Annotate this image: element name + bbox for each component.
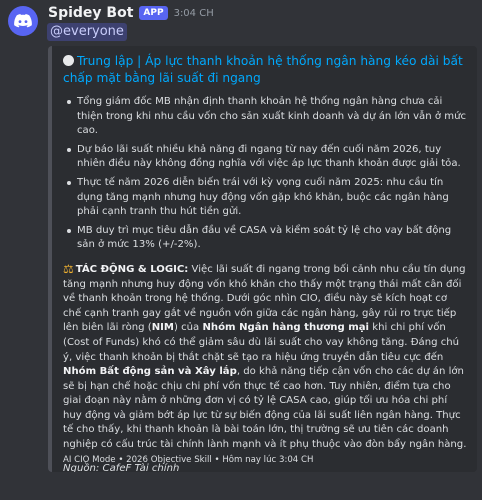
impact-label: TÁC ĐỘNG & LOGIC: <box>75 263 189 275</box>
news-embed: Trung lập | Áp lực thanh khoản hệ thống … <box>48 46 477 472</box>
bot-name[interactable]: Spidey Bot <box>48 5 133 21</box>
list-item: MB duy trì mục tiêu dẫn đầu về CASA và k… <box>67 224 467 253</box>
realestate-group-term: Nhóm Bất động sản và Xây lắp <box>63 366 237 378</box>
bank-group-term: Nhóm Ngân hàng thương mại <box>202 322 370 334</box>
embed-footer: AI CIO Mode • 2026 Objective Skill • Hôm… <box>63 455 314 465</box>
summary-list: Tổng giám đốc MB nhận định thanh khoản h… <box>63 95 467 253</box>
message-header: Spidey Bot APP 3:04 CH <box>48 5 214 21</box>
embed-title[interactable]: Trung lập | Áp lực thanh khoản hệ thống … <box>63 53 467 87</box>
list-item: Thực tế năm 2026 diễn biến trái với kỳ v… <box>67 176 467 220</box>
list-item: Tổng giám đốc MB nhận định thanh khoản h… <box>67 95 467 139</box>
impact-text: ) của <box>173 322 203 334</box>
impact-text: , do khả năng tiếp cận vốn cho các dự án… <box>63 366 467 451</box>
neutral-circle-icon <box>63 55 74 66</box>
app-badge: APP <box>139 6 168 20</box>
bot-avatar[interactable] <box>8 6 38 36</box>
nim-term: NIM <box>151 322 174 334</box>
list-item: Dự báo lãi suất nhiều khả năng đi ngang … <box>67 143 467 172</box>
discord-logo-icon <box>14 14 32 28</box>
scales-icon: ⚖ <box>63 261 74 276</box>
everyone-mention[interactable]: @everyone <box>47 23 127 41</box>
embed-title-text[interactable]: Trung lập | Áp lực thanh khoản hệ thống … <box>63 54 463 85</box>
message-timestamp[interactable]: 3:04 CH <box>174 8 214 19</box>
impact-paragraph: ⚖ TÁC ĐỘNG & LOGIC: Việc lãi suất đi ngan… <box>63 262 467 453</box>
